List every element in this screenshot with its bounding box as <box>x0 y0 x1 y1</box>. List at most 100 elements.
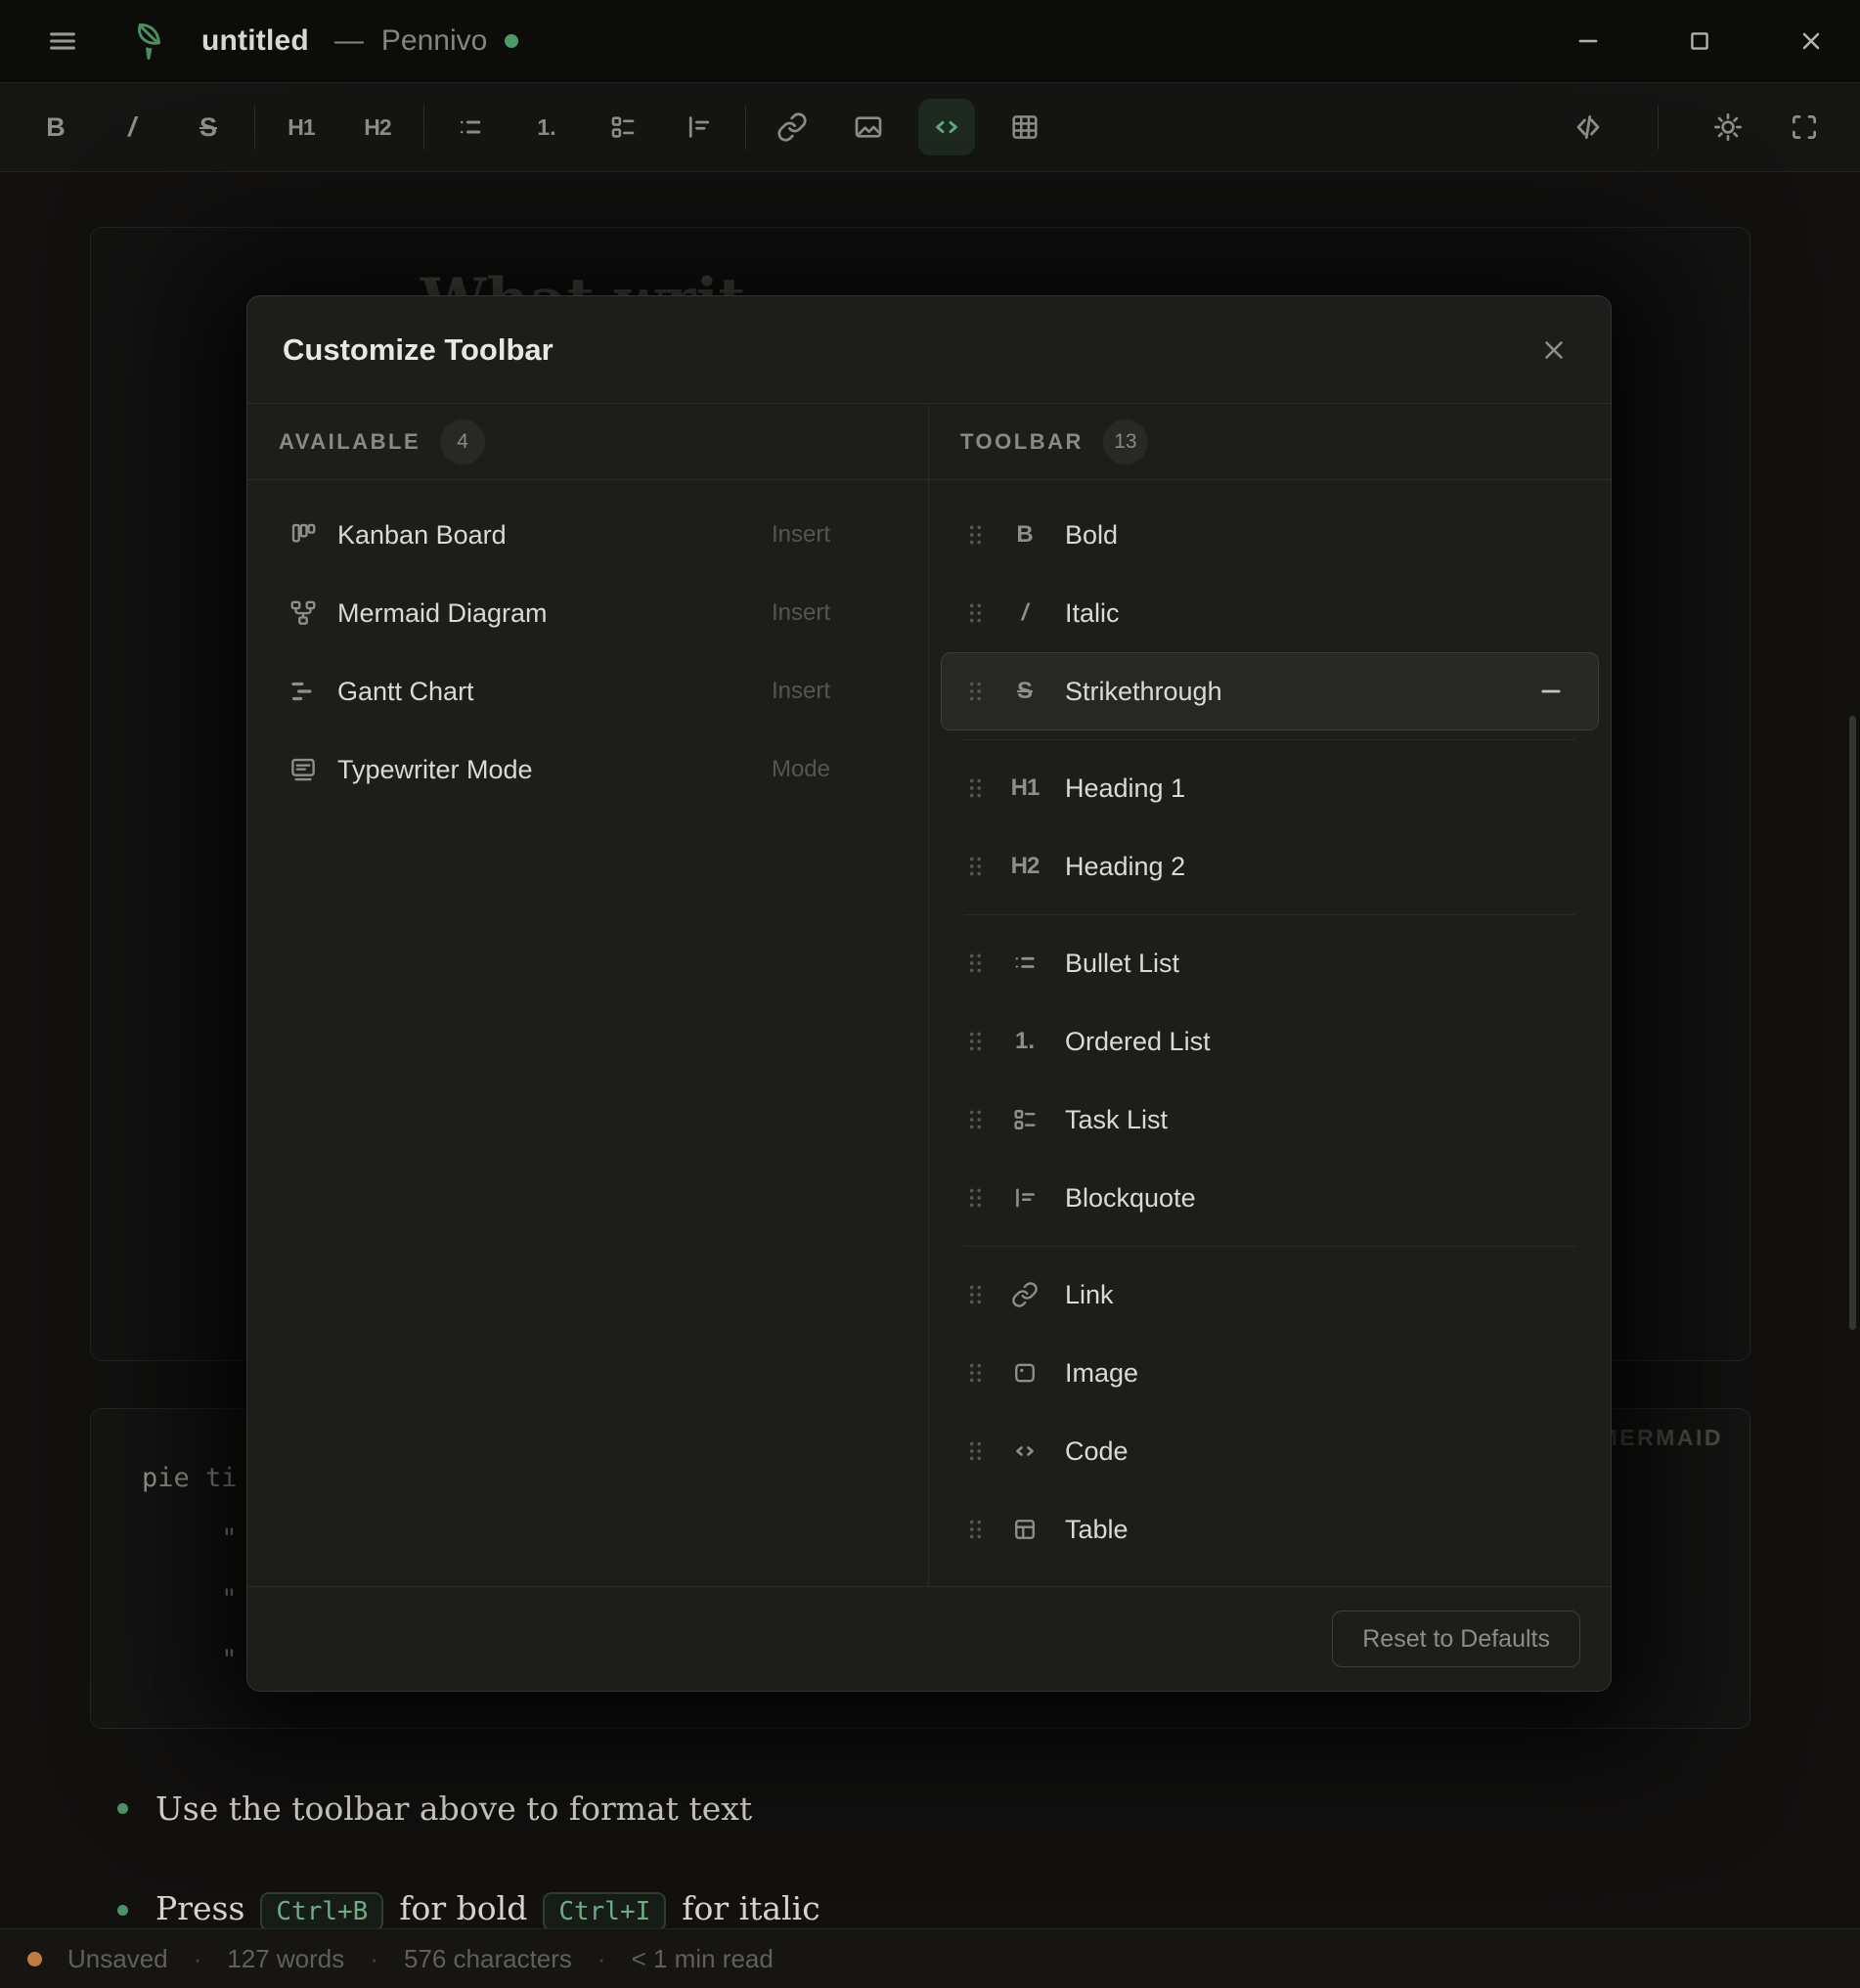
task-list-icon <box>1008 1105 1041 1134</box>
menu-button[interactable] <box>39 18 86 65</box>
available-item-action: Insert <box>772 599 830 627</box>
toolbar-item-italic[interactable]: / Italic <box>941 574 1599 652</box>
available-item-gantt-chart[interactable]: Gantt Chart Insert <box>247 652 928 730</box>
list-item-text: Use the toolbar above to format text <box>155 1789 752 1828</box>
toolbar-item-bullet-list[interactable]: Bullet List <box>941 924 1599 1002</box>
table-icon <box>1009 111 1041 143</box>
close-icon <box>1797 27 1825 55</box>
toolbar-item-heading2[interactable]: H2 Heading 2 <box>941 827 1599 906</box>
code-button[interactable] <box>918 99 975 155</box>
remove-item-button[interactable] <box>1533 674 1569 709</box>
drag-handle-icon[interactable] <box>965 852 987 881</box>
kanban-icon <box>288 520 318 550</box>
heading1-button[interactable]: H1 <box>275 101 328 154</box>
toolbar-item-task-list[interactable]: Task List <box>941 1081 1599 1159</box>
bold-button[interactable]: B <box>29 101 82 154</box>
available-item-label: Gantt Chart <box>337 677 474 707</box>
status-separator: · <box>194 1944 202 1974</box>
read-time: < 1 min read <box>632 1944 774 1974</box>
drag-handle-icon[interactable] <box>965 1105 987 1134</box>
drag-handle-icon[interactable] <box>965 598 987 628</box>
toolbar-heading: TOOLBAR <box>960 429 1084 455</box>
theme-toggle-button[interactable] <box>1702 101 1754 154</box>
link-icon <box>776 111 808 143</box>
sun-icon <box>1712 111 1744 143</box>
bullet-list-button[interactable] <box>444 101 497 154</box>
status-bar: Unsaved · 127 words · 576 characters · <… <box>0 1928 1860 1988</box>
character-count: 576 characters <box>404 1944 572 1974</box>
toolbar-item-label: Bold <box>1065 520 1118 551</box>
toolbar-item-label: Heading 2 <box>1065 852 1185 882</box>
bold-icon: B <box>46 114 66 141</box>
italic-button[interactable]: / <box>106 101 158 154</box>
title-separator: — <box>334 24 364 58</box>
toolbar-item-code[interactable]: Code <box>941 1412 1599 1490</box>
typewriter-icon <box>288 755 318 784</box>
window-controls <box>1565 18 1835 65</box>
toolbar-item-bold[interactable]: B Bold <box>941 496 1599 574</box>
list-item-text: for italic <box>682 1889 819 1927</box>
heading2-icon: H2 <box>364 116 390 139</box>
maximize-button[interactable] <box>1676 18 1723 65</box>
available-item-action: Insert <box>772 678 830 705</box>
source-view-button[interactable] <box>1562 101 1615 154</box>
heading2-icon: H2 <box>1011 855 1040 878</box>
drag-handle-icon[interactable] <box>965 677 987 706</box>
strikethrough-button[interactable]: S <box>182 101 235 154</box>
list-item: Use the toolbar above to format text <box>117 1789 752 1828</box>
toolbar-item-table[interactable]: Table <box>941 1490 1599 1568</box>
toolbar-divider <box>254 105 255 150</box>
task-list-button[interactable] <box>597 101 649 154</box>
toolbar-item-link[interactable]: Link <box>941 1256 1599 1334</box>
available-item-label: Typewriter Mode <box>337 755 533 785</box>
drag-handle-icon[interactable] <box>965 949 987 978</box>
toolbar-item-heading1[interactable]: H1 Heading 1 <box>941 749 1599 827</box>
toolbar-count-badge: 13 <box>1103 420 1148 464</box>
drag-handle-icon[interactable] <box>965 1280 987 1309</box>
toolbar-item-label: Image <box>1065 1358 1138 1389</box>
reset-to-defaults-button[interactable]: Reset to Defaults <box>1332 1611 1580 1667</box>
app-window: What writ MERMAID pie ti " " " Use the t… <box>0 0 1860 1988</box>
link-button[interactable] <box>766 101 819 154</box>
link-icon <box>1008 1280 1041 1309</box>
drag-handle-icon[interactable] <box>965 1183 987 1213</box>
drag-handle-icon[interactable] <box>965 1436 987 1466</box>
available-item-action: Insert <box>772 521 830 549</box>
close-icon <box>1539 335 1569 365</box>
toolbar-item-label: Code <box>1065 1436 1129 1467</box>
app-name: — Pennivo <box>334 24 518 58</box>
drag-handle-icon[interactable] <box>965 1515 987 1544</box>
available-header: AVAILABLE 4 <box>247 404 928 480</box>
bold-icon: B <box>1016 523 1033 547</box>
unsaved-dot <box>27 1952 42 1966</box>
dialog-close-button[interactable] <box>1532 329 1575 372</box>
toolbar-item-blockquote[interactable]: Blockquote <box>941 1159 1599 1237</box>
title-bar: untitled — Pennivo <box>0 0 1860 82</box>
drag-handle-icon[interactable] <box>965 1027 987 1056</box>
ordered-list-button[interactable]: 1. <box>520 101 573 154</box>
table-icon <box>1008 1515 1041 1544</box>
minimize-button[interactable] <box>1565 18 1612 65</box>
table-button[interactable] <box>998 101 1051 154</box>
heading2-button[interactable]: H2 <box>351 101 404 154</box>
dialog-title: Customize Toolbar <box>283 332 554 368</box>
scrollbar-thumb[interactable] <box>1849 716 1856 1330</box>
drag-handle-icon[interactable] <box>965 773 987 803</box>
available-item-kanban-board[interactable]: Kanban Board Insert <box>247 496 928 574</box>
toolbar-divider <box>745 105 746 150</box>
toolbar-item-ordered-list[interactable]: 1. Ordered List <box>941 1002 1599 1081</box>
toolbar-item-image[interactable]: Image <box>941 1334 1599 1412</box>
source-view-icon <box>1572 110 1605 144</box>
status-separator: · <box>370 1944 378 1974</box>
drag-handle-icon[interactable] <box>965 520 987 550</box>
available-item-typewriter-mode[interactable]: Typewriter Mode Mode <box>247 730 928 809</box>
image-button[interactable] <box>842 101 895 154</box>
fullscreen-button[interactable] <box>1778 101 1831 154</box>
maximize-icon <box>1687 28 1712 54</box>
blockquote-button[interactable] <box>673 101 726 154</box>
toolbar-divider <box>1658 105 1659 150</box>
drag-handle-icon[interactable] <box>965 1358 987 1388</box>
close-window-button[interactable] <box>1788 18 1835 65</box>
toolbar-item-strikethrough[interactable]: S Strikethrough <box>941 652 1599 730</box>
available-item-mermaid-diagram[interactable]: Mermaid Diagram Insert <box>247 574 928 652</box>
